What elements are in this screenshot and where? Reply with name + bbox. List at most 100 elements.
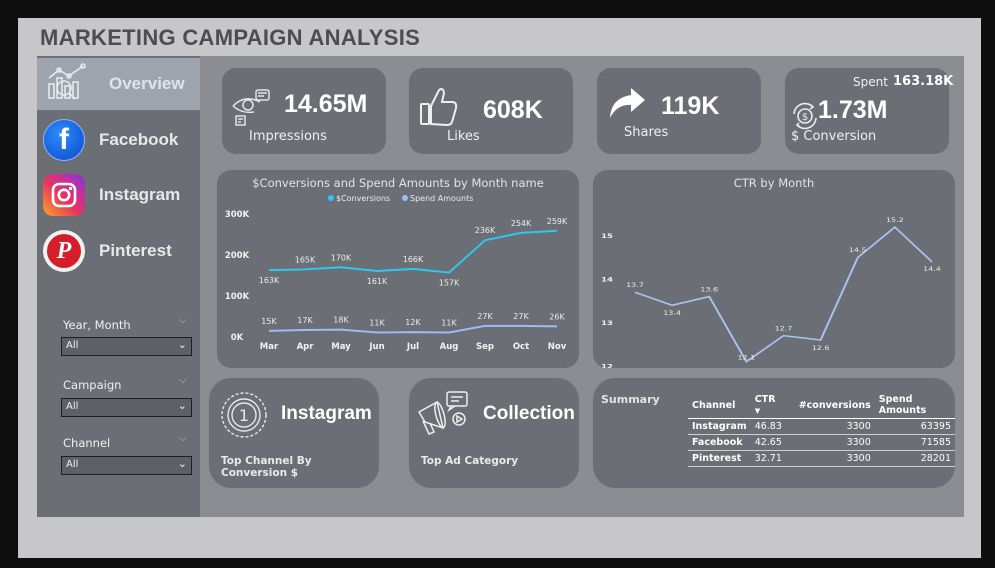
y-tick-label: 13: [601, 319, 613, 327]
table-row: Facebook 42.65 3300 71585: [688, 434, 955, 451]
x-tick-label: Jul: [406, 342, 419, 352]
kpi-impressions-card: 14.65M Impressions: [222, 68, 386, 154]
nav-instagram-button[interactable]: Instagram: [37, 169, 200, 221]
data-label: 166K: [403, 255, 424, 264]
kpi-impressions-label: Impressions: [249, 129, 327, 144]
instagram-icon: [43, 174, 85, 216]
x-tick-label: May: [331, 342, 351, 352]
kpi-shares-label: Shares: [624, 125, 669, 140]
kpi-shares-card: 119K Shares: [597, 68, 761, 154]
svg-text:1: 1: [239, 406, 249, 425]
column-header[interactable]: Spend Amounts: [874, 392, 955, 419]
kpi-conversion-value: 1.73M: [818, 96, 888, 124]
ctr-chart-card: CTR by Month 12131415MarAprMayJunJulAugS…: [593, 170, 955, 368]
analytics-icon: [45, 62, 91, 106]
top-channel-card: 1 Instagram Top Channel By Conversion $: [209, 378, 379, 488]
chevron-down-icon: ⌄: [177, 457, 187, 470]
chevron-down-icon[interactable]: ⌵: [179, 433, 187, 444]
y-tick-label: 0K: [231, 333, 244, 343]
data-label: 15K: [261, 317, 277, 326]
column-header[interactable]: #conversions: [794, 392, 875, 419]
kpi-conversion-label: $ Conversion: [791, 129, 877, 144]
data-label: 12.6: [812, 344, 830, 352]
summary-table: Channel CTR ▼ #conversions Spend Amounts …: [688, 392, 955, 467]
table-cell: 28201: [874, 450, 955, 467]
nav-overview-label: Overview: [109, 74, 185, 93]
filter-year-month-select[interactable]: All ⌄: [61, 337, 192, 356]
table-cell: 71585: [874, 434, 955, 451]
eye-icon: [230, 86, 272, 132]
data-label: 12.1: [737, 353, 755, 361]
chevron-down-icon: ⌄: [177, 399, 187, 412]
filter-campaign-value: All: [66, 401, 79, 412]
medal-icon: 1: [219, 390, 269, 444]
kpi-shares-value: 119K: [661, 92, 720, 120]
data-label: 163K: [259, 276, 280, 285]
data-label: 14.4: [923, 265, 941, 273]
column-header[interactable]: CTR ▼: [750, 392, 795, 419]
table-cell: Instagram: [688, 418, 751, 435]
nav-pinterest-button[interactable]: P Pinterest: [37, 225, 200, 277]
y-tick-label: 300K: [225, 210, 250, 220]
kpi-spent-label: Spent: [853, 75, 888, 89]
data-label: 15.2: [886, 216, 904, 224]
facebook-icon: f: [43, 119, 85, 161]
nav-facebook-button[interactable]: f Facebook: [37, 114, 200, 166]
filter-channel-label: Channel: [63, 436, 111, 450]
table-cell: 46.83: [750, 418, 795, 435]
x-tick-label: Apr: [297, 342, 315, 352]
megaphone-icon: [413, 388, 471, 444]
x-tick-label: Nov: [548, 342, 567, 352]
data-label: 12K: [405, 318, 421, 327]
table-cell: Pinterest: [688, 450, 751, 467]
filter-campaign-select[interactable]: All ⌄: [61, 398, 192, 417]
top-ad-label: Top Ad Category: [421, 455, 519, 467]
table-cell: 42.65: [750, 434, 795, 451]
data-label: 14.5: [849, 246, 867, 254]
series-line: [634, 225, 933, 364]
data-label: 161K: [367, 277, 388, 286]
nav-overview-button[interactable]: Overview: [37, 58, 200, 110]
summary-card: Summary Channel CTR ▼ #conversions Spend …: [593, 378, 955, 488]
nav-facebook-label: Facebook: [99, 130, 179, 149]
svg-text:$: $: [802, 112, 808, 123]
thumbs-up-icon: [419, 84, 459, 132]
ctr-chart: 12131415MarAprMayJunJulAugSepOctNov13.71…: [601, 216, 941, 368]
table-cell: 63395: [874, 418, 955, 435]
table-cell: 32.71: [750, 450, 795, 467]
summary-title: Summary: [601, 393, 660, 406]
filter-year-month-value: All: [66, 340, 79, 351]
data-label: 27K: [477, 312, 493, 321]
kpi-likes-label: Likes: [447, 129, 480, 144]
sort-desc-icon: ▼: [754, 407, 761, 415]
pinterest-icon: P: [43, 230, 85, 272]
y-tick-label: 14: [601, 276, 613, 284]
data-label: 259K: [547, 217, 568, 226]
data-label: 170K: [331, 253, 352, 262]
x-tick-label: Mar: [260, 342, 279, 352]
data-label: 11K: [369, 318, 385, 327]
filter-campaign-label: Campaign: [63, 378, 122, 392]
legend-label: $Conversions: [336, 194, 390, 203]
data-label: 17K: [297, 316, 313, 325]
sidebar: Overview f Facebook Instagram P Pinteres…: [37, 56, 200, 517]
data-label: 12.7: [775, 324, 793, 332]
data-label: 18K: [333, 316, 349, 325]
chevron-down-icon[interactable]: ⌵: [179, 375, 187, 386]
legend-marker: [328, 195, 334, 201]
column-header[interactable]: Channel: [688, 392, 751, 419]
x-tick-label: Jun: [368, 342, 384, 352]
kpi-impressions-value: 14.65M: [284, 90, 368, 118]
data-label: 165K: [295, 255, 316, 264]
chevron-down-icon[interactable]: ⌵: [179, 315, 187, 326]
table-cell: 3300: [794, 434, 875, 451]
filter-channel-select[interactable]: All ⌄: [61, 456, 192, 475]
top-ad-card: Collection Top Ad Category: [409, 378, 579, 488]
legend-marker: [402, 195, 408, 201]
data-label: 157K: [439, 279, 460, 288]
conversions-spend-chart: 0K 100K 200K 300K Mar Apr May Jun Jul Aug Sep Oct No…: [225, 194, 568, 352]
page-title: MARKETING CAMPAIGN ANALYSIS: [40, 25, 421, 50]
legend-label: Spend Amounts: [410, 194, 473, 203]
y-tick-label: 200K: [225, 251, 250, 261]
x-tick-label: Oct: [513, 342, 529, 352]
